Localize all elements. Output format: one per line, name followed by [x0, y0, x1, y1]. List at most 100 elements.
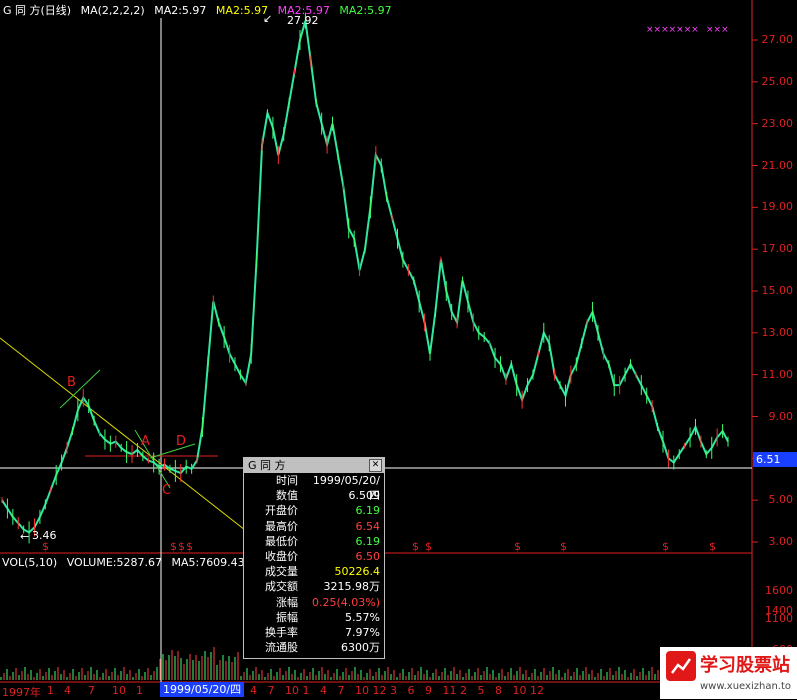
close-icon[interactable]: ✕: [369, 459, 382, 472]
ma-value-4: MA2:5.97: [339, 4, 392, 17]
price-tick-label: 5.00: [768, 493, 794, 507]
info-row: 涨幅 0.25(4.03%): [244, 595, 384, 610]
date-tick-label: 1: [302, 684, 310, 697]
price-tick-label: 27.00: [761, 33, 794, 46]
ma-value-3: MA2:5.97: [277, 4, 330, 17]
price-tick-label: 9.00: [768, 409, 794, 423]
info-row-value: 5.57%: [345, 610, 380, 624]
dividend-marker-icon: $: [709, 540, 716, 553]
signal-markers-top: ××××××× ×××: [646, 25, 729, 35]
info-row-key: 涨幅: [276, 595, 298, 609]
svg-text:×××: ×××: [706, 25, 729, 35]
trend-line-b[interactable]: [59, 369, 101, 409]
low-arrow-icon: ←: [20, 530, 29, 543]
point-label-b: B: [67, 375, 76, 390]
date-tick-label: 12: [372, 684, 387, 697]
dividend-marker-icon: $: [412, 540, 419, 553]
date-tick-label: 7: [337, 684, 345, 697]
volume-tick-label: 1100: [765, 612, 793, 625]
price-tick-label: 17.00: [761, 242, 794, 256]
price-tick-label: 25.00: [761, 74, 794, 88]
info-row: 流通股 6300万: [244, 640, 384, 655]
date-tick-label: 2: [460, 684, 467, 697]
price-tick-label: 3.00: [768, 535, 794, 548]
date-tick-label: 12: [530, 684, 544, 697]
date-tick-label: 10: [512, 684, 527, 697]
price-tick-label: 23.00: [761, 116, 794, 130]
date-tick-label: 10: [285, 684, 299, 697]
info-row-key: 最低价: [265, 534, 298, 548]
point-label-d: D: [176, 434, 186, 449]
volume-indicator-name[interactable]: VOL(5,10): [2, 556, 57, 569]
info-row: 振幅 5.57%: [244, 610, 384, 625]
date-tick-label: 7: [88, 684, 95, 697]
price-tick-label: 19.00: [761, 200, 794, 214]
point-label-a: A: [141, 434, 150, 449]
date-tick-label: 4: [64, 684, 71, 697]
info-row-value: 0.25(4.03%): [311, 595, 380, 609]
logo-title: 学习股票站: [700, 655, 790, 676]
info-row-key: 成交量: [265, 565, 298, 579]
info-row-key: 流通股: [265, 641, 298, 655]
low-value-label: 3.46: [32, 529, 57, 542]
info-row-value: 6.509: [348, 489, 381, 503]
selected-date-tag: 1999/05/20/四: [160, 682, 245, 697]
date-tick-label: 4: [320, 684, 327, 697]
dividend-marker-icon: $: [186, 540, 193, 553]
info-row: 开盘价 6.19: [244, 503, 384, 518]
svg-text:×××××××: ×××××××: [646, 25, 699, 35]
stock-chart-window: $ $ $ $ $ $ $ $ $ $ B A C D 27.92 ↙ 3.46 ← ××××××…: [0, 0, 797, 699]
date-tick-label: 1997年: [2, 686, 41, 699]
logo-url: www.xuexizhan.to: [700, 681, 791, 692]
dividend-marker-icon: $: [425, 540, 432, 553]
info-row: 时间 1999/05/20/四: [244, 473, 384, 502]
info-panel[interactable]: G 同 方 ✕ 时间 1999/05/20/四 数值 6.509 开盘价 6.19 最高价 6…: [243, 457, 385, 659]
info-row-key: 最高价: [265, 519, 298, 533]
price-tick-label: 13.00: [761, 325, 794, 339]
info-row-key: 成交额: [265, 580, 298, 594]
stock-name[interactable]: G 同 方(日线): [3, 4, 71, 17]
info-row: 收盘价 6.50: [244, 549, 384, 564]
volume-tick-label: 1600: [765, 584, 793, 597]
info-row-value: 6.19: [355, 534, 381, 548]
dividend-marker-icon: $: [514, 540, 521, 553]
date-tick-label: 6: [407, 684, 415, 697]
date-tick-label: 11: [442, 684, 457, 697]
info-row-key: 数值: [276, 489, 298, 503]
date-tick-label: 10: [112, 684, 126, 697]
info-panel-title: G 同 方: [248, 459, 286, 472]
info-row: 最低价 6.19: [244, 534, 384, 549]
volume-ma5: MA5:7609.43: [171, 556, 245, 569]
ma-value-2: MA2:5.97: [215, 4, 269, 17]
date-tick-label: 9: [425, 684, 432, 697]
price-tick-label: 11.00: [761, 367, 794, 381]
site-logo: 学习股票站 www.xuexizhan.to: [660, 647, 797, 699]
volume-value: VOLUME:5287.67: [66, 556, 162, 569]
info-panel-rows: 时间 1999/05/20/四 数值 6.509 开盘价 6.19 最高价 6.54 最低价 6.…: [244, 473, 384, 655]
info-row-key: 开盘价: [265, 504, 298, 518]
info-row: 最高价 6.54: [244, 519, 384, 534]
chart-header: G 同 方(日线) MA(2,2,2,2) MA2:5.97 MA2:5.97 …: [3, 2, 398, 18]
ma-params: MA(2,2,2,2): [80, 4, 145, 17]
info-row-value: 6.50: [355, 549, 381, 563]
dividend-marker-icon: $: [170, 540, 177, 553]
date-tick-label: 7: [267, 684, 275, 697]
date-tick-label: 1: [47, 684, 54, 697]
volume-header: VOL(5,10) VOLUME:5287.67 MA5:7609.43: [2, 556, 251, 569]
dividend-marker-icon: $: [178, 540, 185, 553]
dividend-marker-icon: $: [662, 540, 669, 553]
info-row-value: 7.97%: [345, 625, 380, 639]
logo-mark-icon: [666, 651, 696, 681]
date-tick-label: 4: [250, 684, 257, 697]
info-row-key: 时间: [276, 474, 298, 487]
date-tick-label: 8: [495, 684, 502, 697]
info-row: 成交额 3215.98万: [244, 579, 384, 594]
date-tick-label: 3: [390, 684, 397, 697]
info-panel-titlebar[interactable]: G 同 方 ✕: [244, 458, 384, 473]
info-row-key: 换手率: [265, 625, 298, 639]
info-row-value: 50226.4: [334, 565, 381, 579]
info-row: 成交量 50226.4: [244, 564, 384, 579]
info-row-value: 6300万: [341, 641, 380, 655]
kline-chart[interactable]: $ $ $ $ $ $ $ $ $ $ B A C D 27.92 ↙ 3.46 ← ××××××…: [0, 0, 797, 699]
info-row: 换手率 7.97%: [244, 625, 384, 640]
